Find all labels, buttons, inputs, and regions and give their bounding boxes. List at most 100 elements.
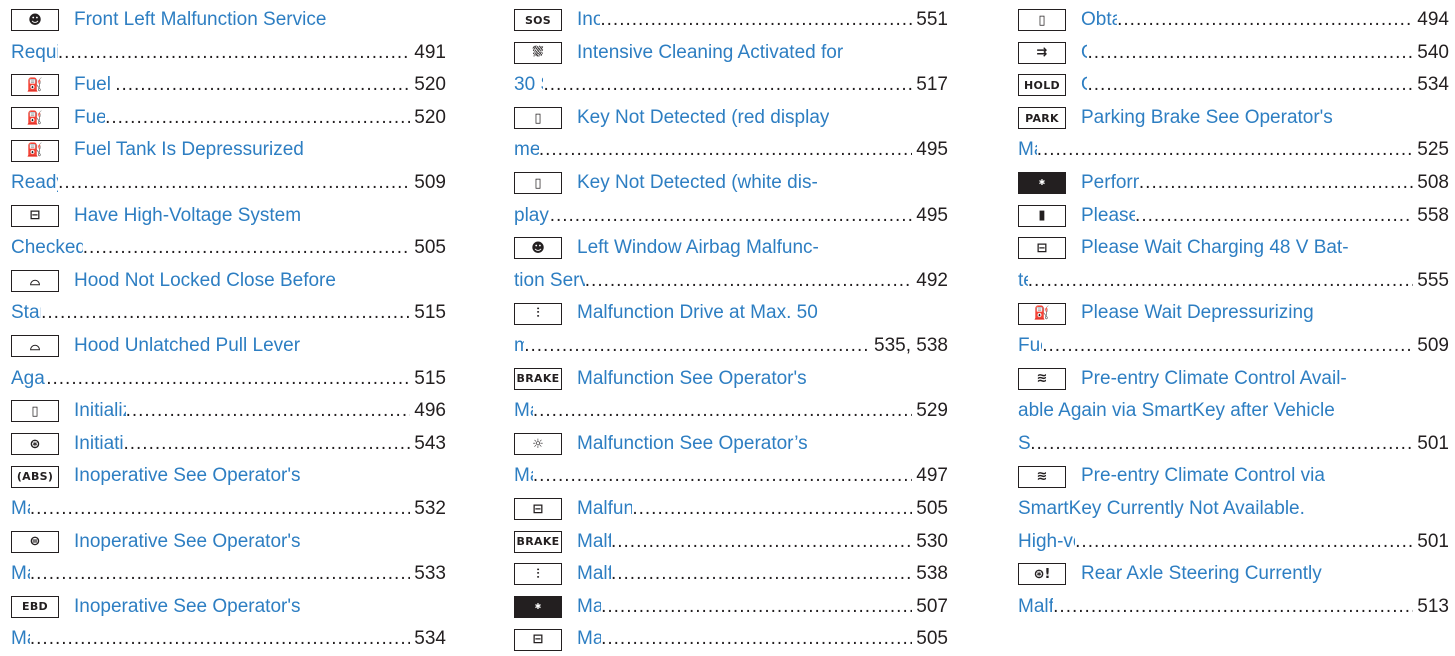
page-reference[interactable]: 491 (410, 37, 446, 70)
page-reference[interactable]: 496 (410, 395, 446, 428)
entry-title[interactable]: Inoperative See Operator's (74, 460, 300, 493)
page-reference[interactable]: 525 (1413, 134, 1449, 167)
index-entry[interactable]: ⌓Hood Unlatched Pull LeverAgain to Open.… (11, 330, 446, 395)
entry-title[interactable]: Malfunction Service Required (577, 493, 632, 526)
index-entry[interactable]: SOS Inoperative..........................… (514, 4, 948, 37)
entry-title[interactable]: Required (example) (11, 37, 58, 70)
entry-title[interactable]: Obtain a New Key (1081, 4, 1117, 37)
page-reference[interactable]: 520 (410, 102, 446, 135)
page-reference[interactable]: 520 (410, 69, 446, 102)
entry-title[interactable]: Left Window Airbag Malfunc- (577, 232, 819, 265)
index-entry[interactable]: ⫶Malfunction Drive at Max. 50mph........… (514, 297, 948, 362)
entry-title[interactable]: Checked See Operator's Manual (11, 232, 83, 265)
page-reference[interactable]: 540 (1413, 37, 1449, 70)
entry-title[interactable]: able Again via SmartKey after Vehicle (1018, 395, 1335, 428)
page-reference[interactable]: 505 (912, 623, 948, 656)
entry-title[interactable]: Please Wait Depressurizing (1081, 297, 1314, 330)
index-entry[interactable]: EBDInoperative See Operator'sManual.....… (11, 591, 446, 656)
page-reference[interactable]: 495 (912, 134, 948, 167)
page-reference[interactable]: 505 (410, 232, 446, 265)
entry-title[interactable]: Inoperative See Operator's (74, 591, 300, 624)
page-reference[interactable]: 501 (1413, 428, 1449, 461)
index-entry[interactable]: ▮ Please Correct Tire Pressure...........… (1018, 200, 1449, 233)
entry-title[interactable]: tion Service Required (example) (514, 265, 585, 298)
entry-title[interactable]: Hood Unlatched Pull Lever (74, 330, 300, 363)
page-reference[interactable]: 492 (912, 265, 948, 298)
page-reference[interactable]: 517 (912, 69, 948, 102)
index-entry[interactable]: ▯Key Not Detected (red displaymessage)..… (514, 102, 948, 167)
index-entry[interactable]: HOLDOff.................................… (1018, 69, 1449, 102)
index-entry[interactable]: ▯ Obtain a New Key.......................… (1018, 4, 1449, 37)
entry-title[interactable]: Fuel Filler Cap Open (74, 69, 115, 102)
index-entry[interactable]: ⛽Please Wait DepressurizingFuel Tank....… (1018, 297, 1449, 362)
page-reference[interactable]: 501 (1413, 526, 1449, 559)
entry-title[interactable]: Malfunction See Operator’s (577, 428, 808, 461)
entry-title[interactable]: Again to Open (11, 363, 46, 396)
page-reference[interactable]: 555 (1413, 265, 1449, 298)
page-reference[interactable]: 532 (410, 493, 446, 526)
entry-title[interactable]: mph (514, 330, 524, 363)
entry-title[interactable]: Initiating Emergency Stop (74, 428, 123, 461)
entry-title[interactable]: Manual (11, 558, 30, 591)
entry-title[interactable]: Hood Not Locked Close Before (74, 265, 336, 298)
index-entry[interactable]: ⊟ Malfunction............................… (514, 623, 948, 656)
entry-title[interactable]: Please Correct Tire Pressure (1081, 200, 1135, 233)
page-reference[interactable]: 507 (912, 591, 948, 624)
entry-title[interactable]: Have High-Voltage System (74, 200, 301, 233)
page-reference[interactable]: 538 (912, 558, 948, 591)
entry-title[interactable]: Inoperative (577, 4, 600, 37)
entry-title[interactable]: play message) (514, 200, 550, 233)
page-reference[interactable]: 497 (912, 460, 948, 493)
index-entry[interactable]: ☻ Left Window Airbag Malfunc-tion Service… (514, 232, 948, 297)
index-entry[interactable]: PARKParking Brake See Operator'sManual..… (1018, 102, 1449, 167)
entry-title[interactable]: Start (1018, 428, 1030, 461)
index-entry[interactable]: ✱ Malfunction............................… (514, 591, 948, 624)
page-reference[interactable]: 513 (1413, 591, 1449, 624)
page-reference[interactable]: 515 (410, 297, 446, 330)
entry-title[interactable]: Manual (11, 493, 30, 526)
entry-title[interactable]: Front Left Malfunction Service (74, 4, 326, 37)
entry-title[interactable]: SmartKey Currently Not Available. (1018, 493, 1305, 526)
entry-title[interactable]: Malfunction Stop (577, 526, 611, 559)
entry-title[interactable]: Malfunction See Operator's (577, 363, 807, 396)
entry-title[interactable]: Ready for Refueling (11, 167, 58, 200)
page-reference[interactable]: 495 (912, 200, 948, 233)
index-entry[interactable]: ⊟ Please Wait Charging 48 V Bat-tery.....… (1018, 232, 1449, 297)
index-entry[interactable]: ⊟ Malfunction Service Required...........… (514, 493, 948, 526)
page-reference[interactable]: 534 (1413, 69, 1449, 102)
entry-title[interactable]: Intensive Cleaning Activated for (577, 37, 843, 70)
page-reference[interactable]: 515 (410, 363, 446, 396)
index-entry[interactable]: ⊛!Rear Axle Steering CurrentlyMalfunctio… (1018, 558, 1449, 623)
page-reference[interactable]: 530 (912, 526, 948, 559)
page-reference[interactable]: 543 (410, 428, 446, 461)
page-reference[interactable]: 533 (410, 558, 446, 591)
index-entry[interactable]: ⊜Inoperative See Operator'sManual.......… (11, 526, 446, 591)
entry-title[interactable]: Fuel Tank (1018, 330, 1042, 363)
index-entry[interactable]: (ABS)Inoperative See Operator'sManual...… (11, 460, 446, 525)
index-entry[interactable]: ⛽ Fuel Level Low.........................… (11, 102, 446, 135)
entry-title[interactable]: Malfunction (577, 591, 601, 624)
page-reference[interactable]: 558 (1413, 200, 1449, 233)
index-entry[interactable]: ⌓Hood Not Locked Close BeforeStarting Tr… (11, 265, 446, 330)
page-reference[interactable]: 509 (410, 167, 446, 200)
index-entry[interactable]: ≋ Pre-entry Climate Control via SmartKey C… (1018, 460, 1449, 558)
index-entry[interactable]: ⛽ Fuel Filler Cap Open...................… (11, 69, 446, 102)
entry-title[interactable]: Manual (514, 395, 533, 428)
index-entry[interactable]: BRAKE Malfunction Stop...................… (514, 526, 948, 559)
index-entry[interactable]: ⛆Intensive Cleaning Activated for30 Seco… (514, 37, 948, 102)
entry-title[interactable]: Fuel Tank Is Depressurized (74, 134, 304, 167)
entry-title[interactable]: Malfunction Drive at Max. 50 (577, 297, 818, 330)
index-entry[interactable]: ⊛ Initiating Emergency Stop..............… (11, 428, 446, 461)
entry-title[interactable]: Malfunction (577, 623, 601, 656)
index-entry[interactable]: ☼Malfunction See Operator’sManual.......… (514, 428, 948, 493)
entry-title[interactable]: Starting Trip (11, 297, 41, 330)
entry-title[interactable]: Rear Axle Steering Currently (1081, 558, 1322, 591)
index-entry[interactable]: ▯ Key Not Detected (white dis-play messag… (514, 167, 948, 232)
page-reference[interactable]: 505 (912, 493, 948, 526)
entry-title[interactable]: 30 Seconds (514, 69, 543, 102)
index-entry[interactable]: ▯ Initializing Key Please Wait...........… (11, 395, 446, 428)
index-entry[interactable]: ⊟ Have High-Voltage SystemChecked See Ope… (11, 200, 446, 265)
entry-title[interactable]: Malfunctioning (1018, 591, 1053, 624)
entry-title[interactable]: Performance Extremely Limited (1081, 167, 1139, 200)
entry-title[interactable]: Initializing Key Please Wait (74, 395, 126, 428)
